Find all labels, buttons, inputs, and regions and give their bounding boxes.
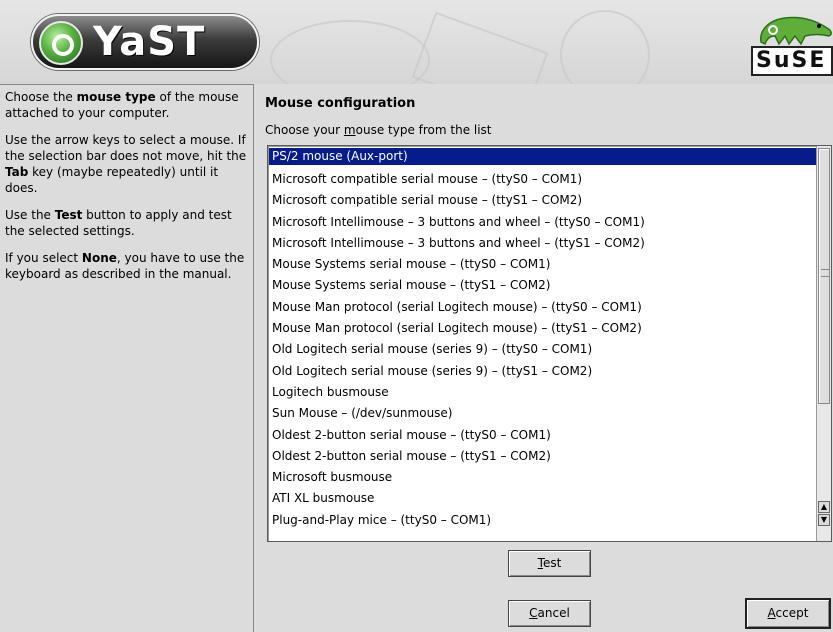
list-item[interactable]: Mouse Systems serial mouse – (ttyS0 – CO…	[269, 254, 816, 275]
help-paragraph: Use the Test button to apply and test th…	[5, 208, 232, 238]
list-item[interactable]: Microsoft busmouse	[269, 467, 816, 488]
cancel-button[interactable]: Cancel	[508, 600, 591, 627]
vertical-scrollbar[interactable]: ▲ ▼	[816, 146, 831, 541]
list-item[interactable]: Logitech busmouse	[269, 382, 816, 403]
suse-logo: SuSE	[745, 12, 833, 78]
suse-chameleon-icon	[760, 16, 832, 46]
banner-decoration	[560, 10, 650, 84]
accept-button[interactable]: Accept	[745, 598, 831, 629]
help-paragraph: Use the arrow keys to select a mouse. If…	[5, 133, 247, 195]
list-item[interactable]: Plug-and-Play mice – (ttyS0 – COM1)	[269, 510, 816, 531]
list-item[interactable]: Microsoft compatible serial mouse – (tty…	[269, 169, 816, 190]
yast-logo: YaST	[31, 14, 259, 70]
list-item[interactable]: Mouse Man protocol (serial Logitech mous…	[269, 297, 816, 318]
banner-decoration	[411, 11, 549, 84]
test-button[interactable]: Test	[508, 550, 591, 577]
scrollbar-grip-icon	[821, 269, 829, 277]
scroll-down-arrow-icon[interactable]: ▼	[818, 514, 830, 526]
suse-logo-text: SuSE	[751, 46, 833, 76]
list-item[interactable]: Microsoft compatible serial mouse – (tty…	[269, 190, 816, 211]
help-paragraph: Choose the mouse type of the mouse attac…	[5, 90, 239, 120]
list-item[interactable]: ATI XL busmouse	[269, 488, 816, 509]
mouse-type-listbox[interactable]: PS/2 mouse (Aux-port) Microsoft compatibl…	[267, 145, 832, 542]
list-label: Choose your mouse type from the list	[265, 123, 492, 137]
list-item[interactable]: Oldest 2-button serial mouse – (ttyS1 – …	[269, 446, 816, 467]
help-paragraph: If you select None, you have to use the …	[5, 251, 245, 281]
list-item[interactable]: Microsoft Intellimouse – 3 buttons and w…	[269, 233, 816, 254]
header-banner: YaST SuSE	[0, 0, 833, 84]
help-panel: Choose the mouse type of the mouse attac…	[0, 84, 254, 632]
scroll-up-arrow-icon[interactable]: ▲	[818, 501, 830, 513]
yast-logo-text: YaST	[93, 19, 206, 65]
scrollbar-thumb[interactable]	[818, 148, 830, 404]
page-title: Mouse configuration	[265, 96, 416, 111]
list-item[interactable]: Old Logitech serial mouse (series 9) – (…	[269, 339, 816, 360]
list-item[interactable]: PS/2 mouse (Aux-port)	[269, 148, 816, 165]
list-item[interactable]: Oldest 2-button serial mouse – (ttyS0 – …	[269, 425, 816, 446]
mouse-type-list: PS/2 mouse (Aux-port) Microsoft compatibl…	[269, 148, 816, 531]
banner-decoration	[270, 20, 430, 84]
yast-orb-icon	[39, 21, 83, 65]
main-panel: Mouse configuration Choose your mouse ty…	[255, 84, 833, 632]
list-item[interactable]: Sun Mouse – (/dev/sunmouse)	[269, 403, 816, 424]
list-item[interactable]: Mouse Systems serial mouse – (ttyS1 – CO…	[269, 275, 816, 296]
list-item[interactable]: Mouse Man protocol (serial Logitech mous…	[269, 318, 816, 339]
list-item[interactable]: Microsoft Intellimouse – 3 buttons and w…	[269, 212, 816, 233]
list-item[interactable]: Old Logitech serial mouse (series 9) – (…	[269, 361, 816, 382]
